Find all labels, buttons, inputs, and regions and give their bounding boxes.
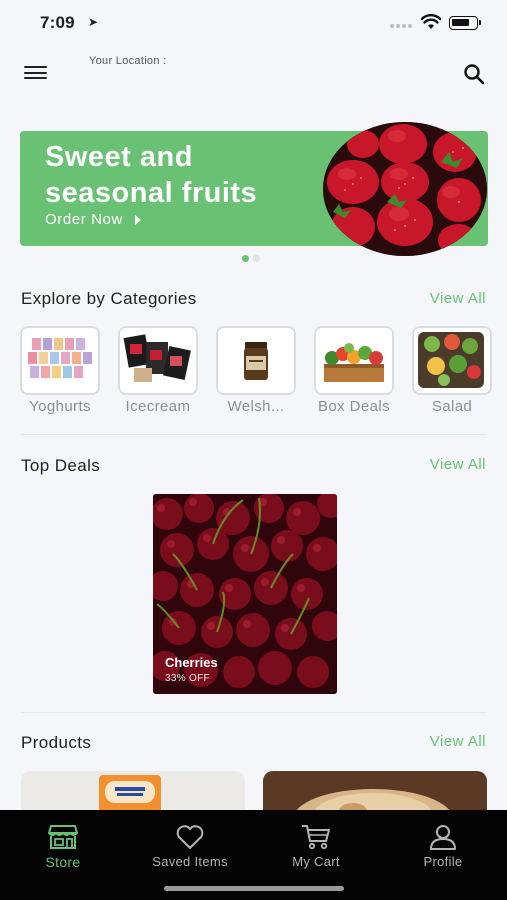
hamburger-icon — [24, 66, 47, 68]
banner-title: Sweet and seasonal fruits — [45, 141, 258, 209]
order-now-button[interactable]: Order Now — [45, 211, 141, 228]
tab-my-cart[interactable]: My Cart — [261, 824, 371, 869]
category-icecream[interactable]: Icecream — [118, 326, 198, 415]
play-arrow-icon — [134, 214, 141, 225]
location-arrow-icon: ➤ — [88, 15, 99, 29]
categories-view-all-link[interactable]: View All — [430, 290, 486, 307]
pagination-dot-active[interactable] — [242, 255, 249, 262]
category-label: Yoghurts — [29, 398, 91, 415]
tab-label: Saved Items — [152, 854, 228, 869]
category-yoghurts[interactable]: Yoghurts — [20, 326, 100, 415]
strawberries-image — [323, 122, 487, 256]
icecream-image — [118, 326, 198, 395]
section-divider — [21, 712, 487, 713]
products-title: Products — [21, 733, 92, 752]
location-label[interactable]: Your Location : — [89, 55, 166, 67]
tab-store[interactable]: Store — [8, 824, 118, 870]
order-now-label: Order Now — [45, 211, 123, 228]
category-label: Icecream — [125, 398, 191, 415]
pagination-dot[interactable] — [253, 255, 260, 262]
category-salad[interactable]: Salad — [412, 326, 492, 415]
menu-button[interactable] — [24, 66, 47, 82]
category-list[interactable]: Yoghurts Icecream Welsh... Box Deals Sal… — [20, 326, 507, 416]
tab-profile[interactable]: Profile — [388, 824, 498, 869]
heart-icon — [176, 825, 204, 849]
status-time: 7:09 — [40, 13, 75, 32]
box-deals-image — [314, 326, 394, 395]
top-deals-view-all-link[interactable]: View All — [430, 456, 486, 473]
tab-label: Profile — [423, 854, 463, 869]
person-icon — [430, 825, 456, 850]
category-welsh[interactable]: Welsh... — [216, 326, 296, 415]
deal-card-cherries[interactable]: Cherries 33% OFF — [153, 494, 337, 694]
banner-pagination[interactable] — [242, 255, 260, 262]
tab-label: Store — [45, 854, 81, 870]
store-icon — [48, 825, 78, 849]
category-box-deals[interactable]: Box Deals — [314, 326, 394, 415]
salad-image — [412, 326, 492, 395]
section-divider — [21, 434, 487, 435]
search-icon[interactable] — [462, 62, 486, 86]
top-deals-title: Top Deals — [21, 456, 101, 475]
welsh-jar-image — [216, 326, 296, 395]
cart-icon — [302, 825, 330, 850]
category-label: Box Deals — [318, 398, 390, 415]
products-view-all-link[interactable]: View All — [430, 733, 486, 750]
promo-banner[interactable]: Sweet and seasonal fruits Order Now — [20, 122, 488, 256]
status-bar: 7:09 ➤ — [0, 0, 507, 46]
deal-discount: 33% OFF — [165, 673, 210, 684]
yoghurts-image — [20, 326, 100, 395]
wifi-icon — [421, 14, 441, 29]
tab-saved-items[interactable]: Saved Items — [135, 824, 245, 869]
battery-icon — [449, 16, 481, 30]
categories-title: Explore by Categories — [21, 289, 197, 308]
tab-label: My Cart — [292, 854, 340, 869]
cellular-signal-icon — [390, 24, 412, 28]
category-label: Welsh... — [227, 398, 285, 415]
home-indicator[interactable] — [164, 886, 344, 891]
deal-name: Cherries — [165, 655, 218, 670]
category-label: Salad — [431, 398, 473, 415]
